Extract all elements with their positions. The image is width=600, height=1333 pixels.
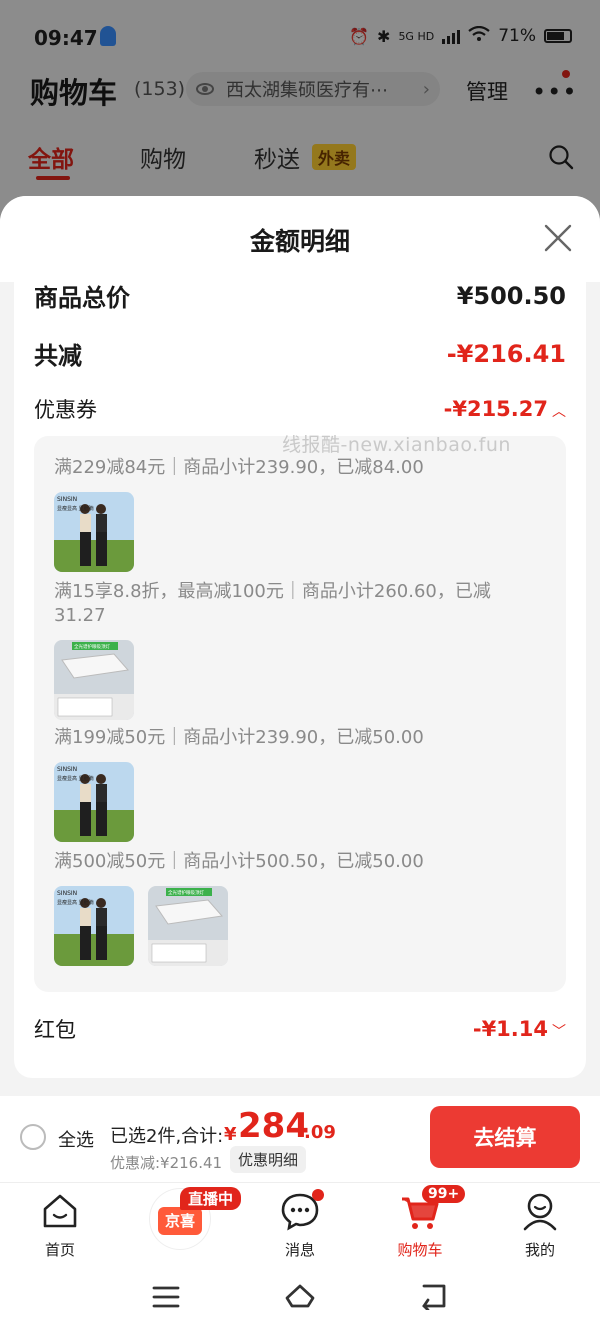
- home-icon: [43, 1194, 77, 1228]
- profile-icon: [523, 1193, 557, 1231]
- coupon-value: -¥215.27: [443, 397, 548, 421]
- product-thumb-pants-3[interactable]: SINSIN 显瘦显高 显肚腩: [54, 886, 134, 966]
- back-icon[interactable]: [418, 1282, 448, 1310]
- lamp-tag: 全光谱护眼吸顶灯: [74, 643, 110, 650]
- live-badge: 直播中: [180, 1187, 242, 1210]
- chevron-up-icon: ︿: [552, 404, 566, 420]
- reduce-row: 共减 -¥216.41: [34, 336, 566, 371]
- product-brand: SINSIN: [57, 496, 77, 503]
- product-thumb-lamp-2[interactable]: 全光谱护眼吸顶灯: [148, 886, 228, 966]
- product-brand: SINSIN: [57, 766, 77, 773]
- coupon-label: 优惠券: [34, 398, 97, 422]
- lamp-tag: 全光谱护眼吸顶灯: [168, 889, 204, 896]
- close-icon[interactable]: [540, 220, 576, 256]
- coupon-line-3: 满199减50元｜商品小计239.90，已减50.00: [54, 727, 424, 748]
- tab-messages[interactable]: 消息: [260, 1191, 340, 1259]
- sheet-header: 金额明细: [0, 196, 600, 282]
- tab-me-label: 我的: [524, 1241, 555, 1259]
- coupon-details: 满229减84元｜商品小计239.90，已减84.00 SINSIN 显瘦显高 …: [34, 436, 566, 992]
- menu-icon[interactable]: [152, 1284, 180, 1310]
- total-amount-decimal: .09: [304, 1122, 336, 1143]
- tab-home-label: 首页: [44, 1241, 75, 1259]
- redpacket-row[interactable]: 红包 -¥1.14 ﹀: [34, 1014, 566, 1044]
- select-all-checkbox[interactable]: [20, 1124, 46, 1150]
- watermark: 线报酷-new.xianbao.fun: [282, 434, 511, 456]
- system-nav: [0, 1264, 600, 1333]
- summary-prefix: 已选2件,合计:: [110, 1126, 224, 1147]
- checkout-button[interactable]: 去结算: [430, 1106, 580, 1168]
- total-label: 商品总价: [34, 284, 130, 312]
- tab-cart-label: 购物车: [397, 1241, 443, 1259]
- amount-card: 商品总价 ¥500.50 共减 -¥216.41 优惠券 -¥215.27 ︿ 满…: [14, 278, 586, 1078]
- total-row: 商品总价 ¥500.50: [34, 278, 566, 313]
- product-thumb-pants-2[interactable]: SINSIN 显瘦显高 显肚腩: [54, 762, 134, 842]
- total-value: ¥500.50: [456, 281, 566, 310]
- redpacket-value: -¥1.14: [472, 1017, 548, 1041]
- tab-messages-label: 消息: [284, 1241, 315, 1259]
- reduce-value: -¥216.41: [446, 339, 566, 368]
- message-dot: [312, 1189, 324, 1201]
- checkout-bar: 全选 已选2件,合计: ¥ 284 .09 优惠减:¥216.41 优惠明细 去…: [0, 1096, 600, 1182]
- redpacket-value-wrap: -¥1.14 ﹀: [473, 1017, 566, 1041]
- product-thumb-lamp[interactable]: 全光谱护眼吸顶灯: [54, 640, 134, 720]
- cart-badge: 99+: [422, 1185, 466, 1203]
- coupon-row[interactable]: 优惠券 -¥215.27 ︿: [34, 394, 566, 424]
- total-amount: 284: [238, 1106, 309, 1146]
- home-nav-icon[interactable]: [284, 1282, 316, 1310]
- tab-me[interactable]: 我的: [500, 1191, 580, 1259]
- coupon-value-wrap: -¥215.27 ︿: [444, 397, 566, 421]
- discount-text: 优惠减:¥216.41: [110, 1154, 223, 1172]
- product-thumb-pants[interactable]: SINSIN 显瘦显高 显肚腩: [54, 492, 134, 572]
- product-brand: SINSIN: [57, 890, 77, 897]
- redpacket-label: 红包: [34, 1018, 76, 1042]
- product-tagline: 显瘦显高 显肚腩: [57, 505, 94, 512]
- jingxi-logo: 京喜: [158, 1207, 202, 1235]
- sheet-title: 金额明细: [249, 227, 350, 256]
- product-tagline: 显瘦显高 显肚腩: [57, 775, 94, 782]
- reduce-label: 共减: [34, 342, 82, 370]
- tab-home[interactable]: 首页: [20, 1191, 100, 1259]
- coupon-line-1: 满229减84元｜商品小计239.90，已减84.00: [54, 457, 424, 478]
- currency-symbol: ¥: [224, 1124, 237, 1145]
- app-tabbar: 首页 京喜 直播中 消息 购物车 99+ 我的: [0, 1182, 600, 1264]
- product-tagline: 显瘦显高 显肚腩: [57, 899, 94, 906]
- coupon-line-4: 满500减50元｜商品小计500.50，已减50.00: [54, 851, 424, 872]
- select-all-label[interactable]: 全选: [58, 1126, 94, 1152]
- coupon-line-2: 满15享8.8折，最高减100元｜商品小计260.60，已减31.27: [54, 581, 491, 626]
- chevron-down-icon: ﹀: [552, 1024, 566, 1040]
- discount-detail-button[interactable]: 优惠明细: [230, 1146, 307, 1173]
